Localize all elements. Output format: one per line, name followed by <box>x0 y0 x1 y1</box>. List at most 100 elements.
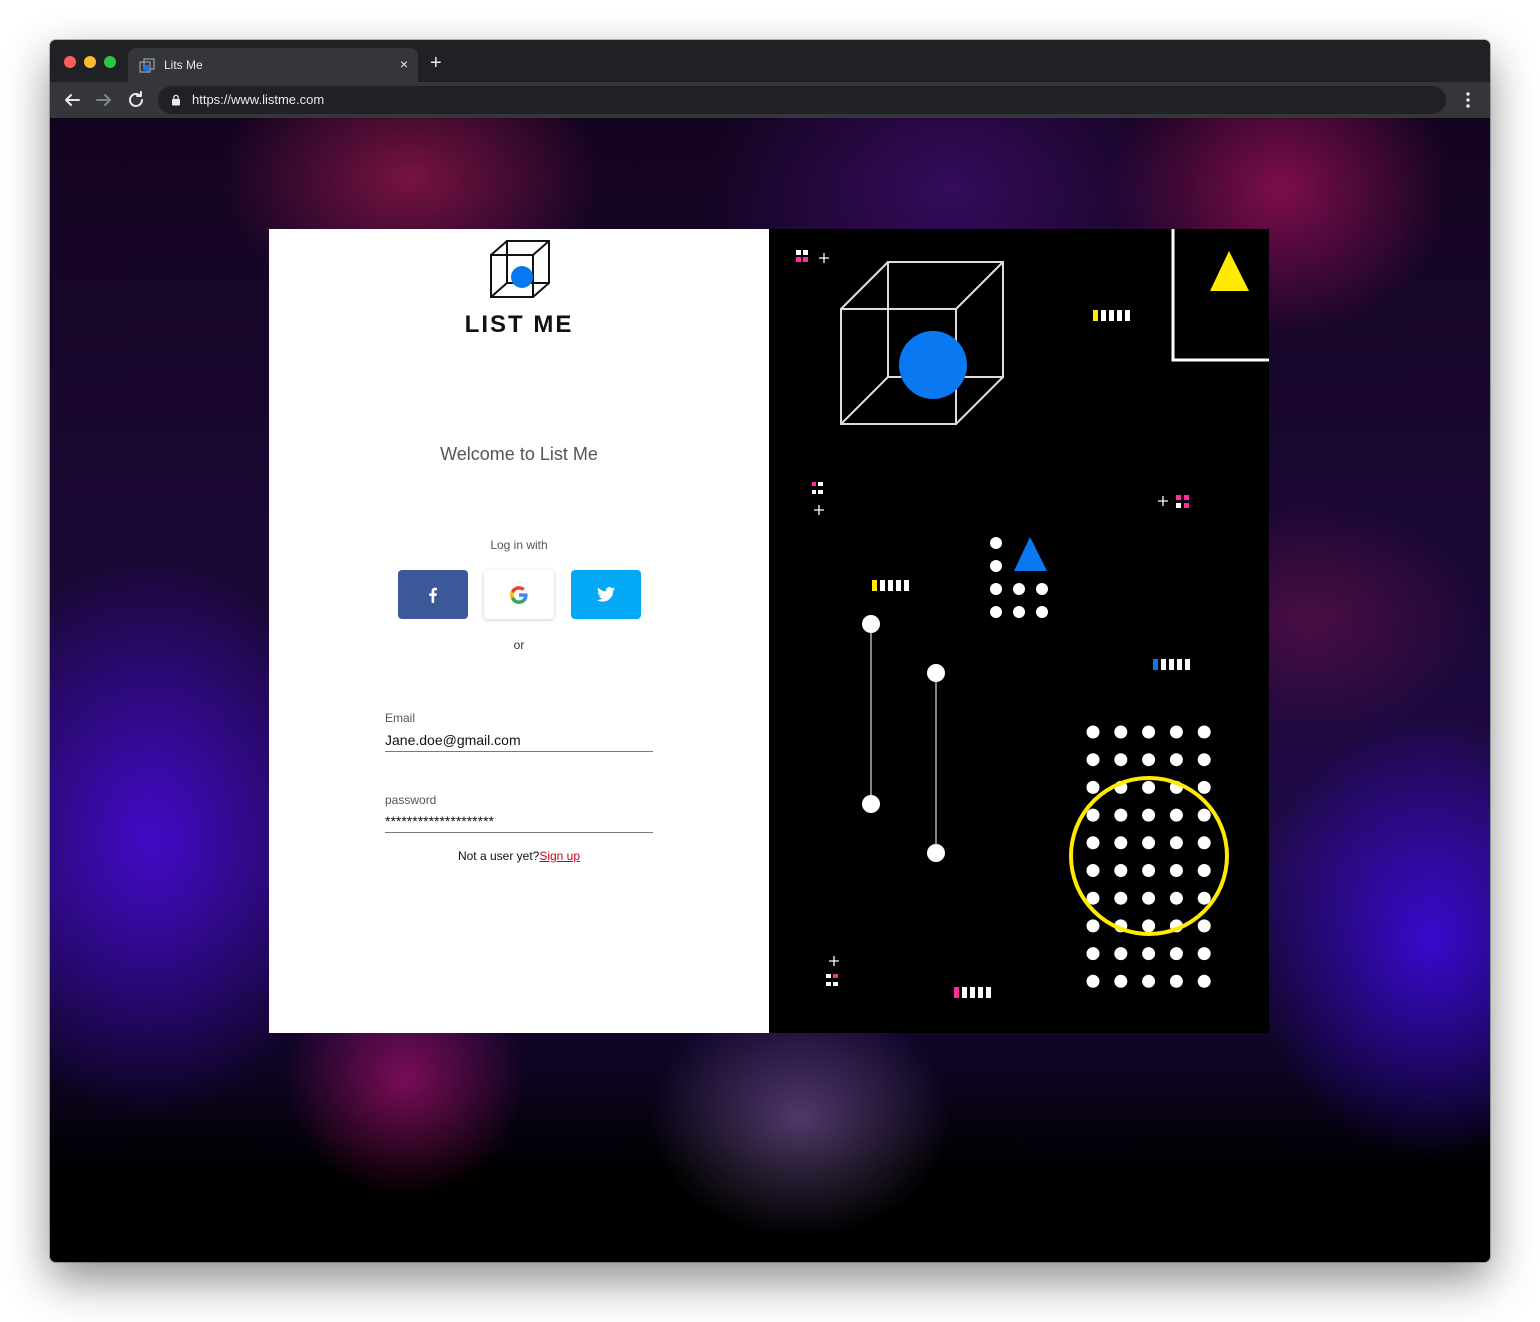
bar-strip-yellow-mid <box>872 580 909 591</box>
vertical-line-shape-1 <box>862 615 880 813</box>
back-arrow-icon[interactable] <box>60 88 84 112</box>
grid-dot <box>1197 947 1211 961</box>
small-squares-icon-bottom <box>826 974 838 986</box>
grid-dot <box>1197 808 1211 822</box>
grid-dot <box>1086 725 1100 739</box>
address-bar[interactable]: https://www.listme.com <box>158 86 1446 114</box>
grid-dot <box>1086 836 1100 850</box>
grid-dot <box>1086 780 1100 794</box>
grid-dot <box>1197 891 1211 905</box>
browser-tab[interactable]: Lits Me × <box>128 48 418 82</box>
password-label: password <box>385 793 437 807</box>
grid-dot <box>1086 974 1100 988</box>
grid-dot <box>1169 725 1183 739</box>
grid-dot <box>1169 836 1183 850</box>
grid-dot <box>1197 919 1211 933</box>
grid-dot <box>1142 919 1156 933</box>
email-field[interactable] <box>385 732 653 752</box>
grid-dot <box>1142 891 1156 905</box>
geometric-artwork <box>796 229 1269 998</box>
small-squares-icon <box>796 250 808 262</box>
browser-window: Lits Me × + https://www.listme.com LIST … <box>50 40 1490 1262</box>
dot-cluster-shape <box>990 537 1048 618</box>
grid-dot <box>1114 725 1128 739</box>
small-squares-icon-right <box>1176 495 1189 508</box>
login-panel: LIST ME Welcome to List Me Log in with o… <box>269 229 769 1033</box>
grid-dot <box>1114 891 1128 905</box>
signup-prompt: Not a user yet? <box>457 849 540 863</box>
plus-icon-right <box>1158 496 1168 506</box>
close-window-button[interactable] <box>64 56 76 68</box>
or-separator: or <box>513 638 525 652</box>
grid-dot <box>1197 864 1211 877</box>
reload-icon[interactable] <box>124 88 148 112</box>
grid-dot <box>1197 836 1211 850</box>
cube-logo-icon <box>490 240 550 298</box>
minimize-window-button[interactable] <box>84 56 96 68</box>
grid-dot <box>1142 947 1156 961</box>
grid-dot <box>1114 864 1128 877</box>
grid-dot <box>1142 780 1156 794</box>
white-frame-shape <box>1171 229 1269 362</box>
page-viewport: LIST ME Welcome to List Me Log in with o… <box>50 118 1490 1262</box>
yellow-triangle-shape <box>1210 251 1249 291</box>
grid-dot <box>1169 974 1183 988</box>
grid-dot <box>1169 808 1183 822</box>
grid-dot <box>1142 864 1156 877</box>
brand-title: LIST ME <box>464 311 574 338</box>
grid-dot <box>1142 974 1156 988</box>
browser-titlebar: Lits Me × + <box>50 40 1490 82</box>
grid-dot <box>1114 974 1128 988</box>
cube-favicon-icon <box>139 58 155 73</box>
grid-dot <box>1197 780 1211 794</box>
grid-dot <box>1114 947 1128 961</box>
url-text: https://www.listme.com <box>192 92 325 107</box>
grid-dot <box>1086 808 1100 822</box>
tab-close-icon[interactable]: × <box>400 54 408 74</box>
blue-triangle-shape <box>1014 537 1047 571</box>
grid-dot <box>1086 919 1100 933</box>
grid-dot <box>1114 753 1128 767</box>
small-squares-icon-left <box>812 482 823 494</box>
welcome-heading: Welcome to List Me <box>440 444 598 464</box>
login-with-label: Log in with <box>490 538 548 552</box>
bar-strip-blue <box>1153 659 1190 670</box>
google-login-button[interactable] <box>484 570 554 619</box>
maximize-window-button[interactable] <box>104 56 116 68</box>
grid-dot <box>1142 836 1156 850</box>
grid-dot <box>1086 753 1100 767</box>
vertical-line-shape-2 <box>927 664 945 862</box>
signup-link[interactable]: Sign up <box>539 849 580 863</box>
facebook-icon <box>429 587 437 603</box>
email-label: Email <box>385 711 416 725</box>
new-tab-icon[interactable]: + <box>430 52 442 74</box>
plus-icon-left <box>814 505 824 515</box>
forward-arrow-icon[interactable] <box>92 88 116 112</box>
browser-menu-icon[interactable] <box>1458 90 1478 110</box>
plus-icon <box>819 253 829 263</box>
grid-dot <box>1169 891 1183 905</box>
grid-dot <box>1169 947 1183 961</box>
grid-dot <box>1114 808 1128 822</box>
grid-dot <box>1169 753 1183 767</box>
grid-dot <box>1142 725 1156 739</box>
facebook-login-button[interactable] <box>398 570 468 619</box>
grid-dot <box>1142 753 1156 767</box>
bar-strip-pink <box>954 987 991 998</box>
twitter-login-button[interactable] <box>571 570 641 619</box>
twitter-icon <box>597 587 615 602</box>
blue-circle-shape <box>899 331 967 399</box>
decorative-artwork-panel <box>769 229 1269 1033</box>
grid-dot <box>1197 753 1211 767</box>
browser-toolbar: https://www.listme.com <box>50 82 1490 118</box>
grid-dot <box>1086 947 1100 961</box>
google-icon <box>510 585 528 604</box>
yellow-ring-shape <box>1069 776 1229 936</box>
grid-dot <box>1086 864 1100 877</box>
dot-grid-shape <box>1086 725 1211 988</box>
bar-strip-yellow-top <box>1093 310 1130 321</box>
lock-icon <box>172 94 180 106</box>
grid-dot <box>1197 725 1211 739</box>
grid-dot <box>1142 808 1156 822</box>
password-field[interactable] <box>385 813 653 833</box>
